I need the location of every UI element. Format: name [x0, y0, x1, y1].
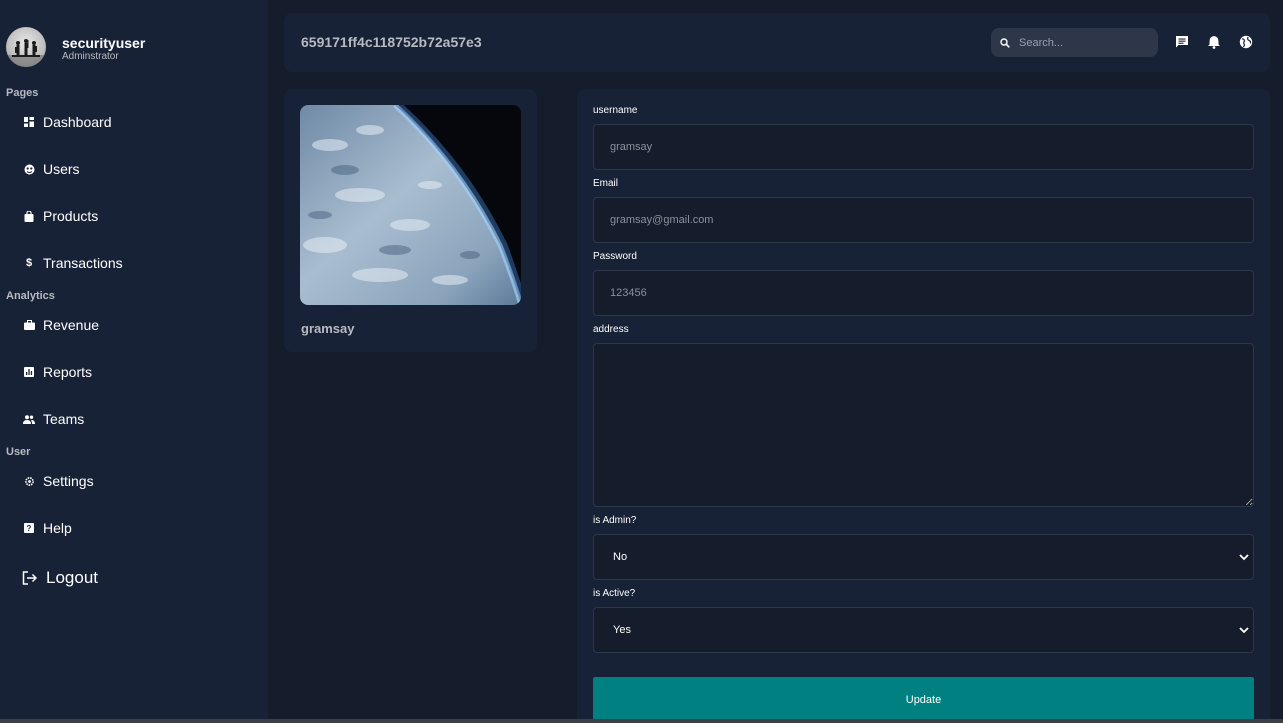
- topbar: 659171ff4c118752b72a57e3: [284, 13, 1270, 72]
- shopping-bag-icon: [22, 209, 36, 223]
- dollar-icon: $: [25, 257, 33, 269]
- logout-button[interactable]: Logout: [22, 568, 98, 588]
- email-field[interactable]: [593, 197, 1254, 243]
- is-active-select[interactable]: Yes: [593, 607, 1254, 653]
- chart-icon: [22, 365, 36, 379]
- window-bottom-edge: [0, 719, 1283, 723]
- is-active-label: is Active?: [593, 588, 636, 599]
- briefcase-icon: [22, 318, 36, 332]
- sidebar-item-label: Transactions: [43, 255, 123, 271]
- profile-name: gramsay: [301, 321, 355, 336]
- sidebar-item-label: Help: [43, 520, 72, 536]
- globe-icon[interactable]: [1238, 34, 1254, 50]
- user-role: Adminstrator: [62, 51, 119, 62]
- username-field[interactable]: [593, 124, 1254, 170]
- chevron-down-icon: [1238, 551, 1250, 563]
- sidebar-item-users[interactable]: Users: [6, 149, 256, 189]
- section-title-analytics: Analytics: [6, 290, 55, 302]
- search-input[interactable]: [1019, 36, 1139, 49]
- is-admin-value: No: [613, 551, 628, 563]
- people-icon: [22, 412, 36, 426]
- logout-icon: [22, 570, 38, 586]
- is-admin-select[interactable]: No: [593, 534, 1254, 580]
- sidebar-item-label: Revenue: [43, 317, 100, 333]
- user-edit-form: username Email Password address is Admin…: [577, 89, 1270, 723]
- sidebar: securityuser Adminstrator Pages Dashboar…: [0, 0, 268, 723]
- chevron-down-icon: [1238, 624, 1250, 636]
- sidebar-item-transactions[interactable]: $ Transactions: [6, 243, 256, 283]
- is-admin-label: is Admin?: [593, 515, 637, 526]
- dashboard-icon: [22, 115, 36, 129]
- earth-from-space-image: [300, 105, 521, 305]
- sidebar-item-settings[interactable]: Settings: [6, 461, 256, 501]
- search-box[interactable]: [991, 28, 1158, 57]
- sidebar-item-label: Teams: [43, 411, 85, 427]
- section-title-user: User: [6, 446, 31, 458]
- search-icon: [1000, 37, 1012, 49]
- user-profile-block: securityuser Adminstrator: [6, 27, 256, 67]
- sidebar-item-products[interactable]: Products: [6, 196, 256, 236]
- sidebar-item-teams[interactable]: Teams: [6, 399, 256, 439]
- help-icon: ?: [22, 521, 36, 535]
- chat-icon[interactable]: [1174, 34, 1190, 50]
- address-field[interactable]: [593, 343, 1254, 507]
- page-title: 659171ff4c118752b72a57e3: [301, 34, 482, 50]
- profile-card: gramsay: [284, 89, 537, 352]
- email-label: Email: [593, 178, 619, 189]
- sidebar-item-label: Users: [43, 161, 80, 177]
- sidebar-item-reports[interactable]: Reports: [6, 352, 256, 392]
- logout-label: Logout: [46, 568, 98, 587]
- gear-icon: [22, 474, 36, 488]
- sidebar-item-label: Reports: [43, 364, 93, 380]
- username-label: username: [593, 105, 638, 116]
- address-label: address: [593, 324, 629, 335]
- soldiers-silhouette-icon: [6, 39, 46, 67]
- sidebar-item-dashboard[interactable]: Dashboard: [6, 102, 256, 142]
- bell-icon[interactable]: [1206, 34, 1222, 50]
- sidebar-item-revenue[interactable]: Revenue: [6, 305, 256, 345]
- sidebar-item-label: Settings: [43, 473, 94, 489]
- password-label: Password: [593, 251, 637, 262]
- user-name: securityuser: [62, 35, 146, 51]
- sidebar-item-label: Products: [43, 208, 99, 224]
- profile-image: [300, 105, 521, 305]
- update-button[interactable]: Update: [593, 677, 1254, 723]
- is-active-value: Yes: [613, 624, 631, 636]
- password-field[interactable]: [593, 270, 1254, 316]
- sidebar-item-label: Dashboard: [43, 114, 112, 130]
- avatar: [6, 27, 46, 67]
- section-title-pages: Pages: [6, 87, 39, 99]
- sidebar-item-help[interactable]: ? Help: [6, 508, 256, 548]
- users-icon: [22, 162, 36, 176]
- svg-text:?: ?: [27, 524, 32, 533]
